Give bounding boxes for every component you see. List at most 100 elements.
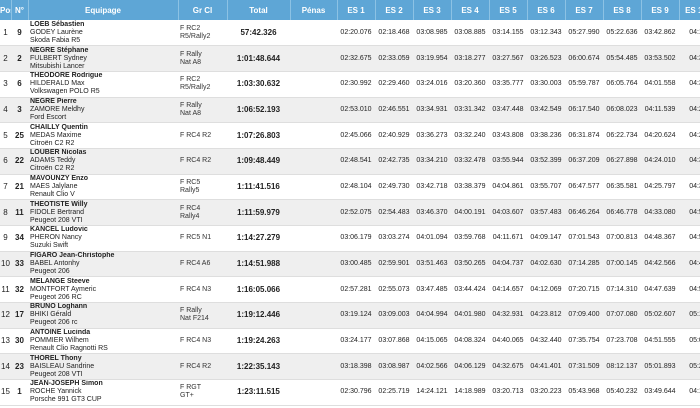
stage-time-cell: 05:01.893: [641, 353, 679, 381]
stage-time-cell: 04:1: [679, 379, 700, 406]
header-stage-6[interactable]: ES 6: [527, 0, 566, 20]
position-cell: 11: [0, 276, 11, 304]
stage-time-cell: 06:46.778: [603, 199, 641, 226]
header-penalties[interactable]: Pénas: [290, 0, 338, 20]
codriver-name: ZAMORE Meldhy: [30, 105, 85, 113]
stage-time-cell: 03:18.277: [451, 45, 489, 72]
car-model: Citroën C2 R2: [30, 139, 75, 147]
header-stage-5[interactable]: ES 5: [489, 0, 528, 20]
total-time-cell: 1:07:26.803: [227, 122, 290, 149]
header-stage-1[interactable]: ES 1: [337, 0, 376, 20]
stage-time-cell: 04:02.566: [413, 353, 451, 381]
penalties-cell: [290, 328, 337, 355]
stage-time-cell: 04:51.555: [641, 328, 679, 355]
table-row[interactable]: 3 6 THEODORE Rodrigue HILDERALD Max Volkswag…: [0, 71, 700, 98]
group-label: F RC4 A6: [180, 260, 211, 268]
table-row[interactable]: 6 22 LOUBER Nicolas ADAMS Teddy Citroën C2 R…: [0, 148, 700, 175]
stage-time-cell: 07:23.708: [603, 328, 641, 355]
stage-time-cell: 04:3: [679, 174, 700, 201]
header-stage-10[interactable]: ES 10: [679, 0, 700, 20]
total-time-cell: 1:22:35.143: [227, 353, 290, 381]
table-row[interactable]: 1 9 LOEB Sébastien GODEY Laurène Skoda Fabia…: [0, 20, 700, 47]
stage-time-cell: 03:14.155: [489, 20, 527, 47]
stage-time-cell: 07:31.509: [565, 353, 603, 381]
stage-time-cell: 04:23.812: [527, 302, 565, 329]
stage-time-cell: 02:46.551: [375, 97, 413, 124]
stage-time-cell: 03:32.240: [451, 122, 489, 149]
stage-time-cell: 04:3: [679, 71, 700, 98]
table-row[interactable]: 2 2 NEGRE Stéphane FULBERT Sydney Mitsubishi…: [0, 45, 700, 72]
stage-time-cell: 07:20.715: [565, 276, 603, 304]
codriver-name: FULBERT Sydney: [30, 54, 87, 62]
table-row[interactable]: 13 30 ANTOINE Lucinda POMMIER Wilhem Renault…: [0, 328, 700, 355]
car-model: Peugeot 206 rc: [30, 319, 78, 327]
class-cell: F RC4 N3: [178, 328, 227, 355]
car-number-cell: 30: [11, 328, 28, 355]
header-stage-8[interactable]: ES 8: [603, 0, 642, 20]
position-cell: 1: [0, 20, 11, 47]
stage-time-cell: 03:49.644: [641, 379, 679, 406]
codriver-name: HILDERALD Max: [30, 80, 85, 88]
car-number-cell: 6: [11, 71, 28, 98]
car-model: Citroën C2 R2: [30, 165, 75, 173]
stage-time-cell: 03:18.398: [337, 353, 375, 381]
table-row[interactable]: 5 25 CHAILLY Quentin MEDAS Maxime Citroën C2…: [0, 122, 700, 149]
stage-time-cell: 04:04.861: [489, 174, 527, 201]
stage-time-cell: 06:27.898: [603, 148, 641, 175]
header-stage-7[interactable]: ES 7: [565, 0, 604, 20]
header-stage-2[interactable]: ES 2: [375, 0, 414, 20]
stage-time-cell: 07:14.285: [565, 251, 603, 278]
stage-time-cell: 03:42.549: [527, 97, 565, 124]
stage-time-cell: 06:00.674: [565, 45, 603, 72]
table-row[interactable]: 4 3 NEGRE Pierre ZAMORE Meldhy Ford Escort F …: [0, 97, 700, 124]
table-row[interactable]: 11 32 MELANGE Steeve MONTFORT Aymeric Peugeo…: [0, 276, 700, 304]
crew-cell: KANCEL Ludovic PHERON Nancy Suzuki Swift: [28, 225, 178, 252]
stage-time-cell: 04:32.675: [489, 353, 527, 381]
stage-time-cell: 04:3: [679, 45, 700, 72]
stage-time-cell: 02:48.104: [337, 174, 375, 201]
header-total[interactable]: Total: [227, 0, 291, 20]
header-class[interactable]: Gr Cl: [178, 0, 228, 20]
stage-time-cell: 02:45.066: [337, 122, 375, 149]
position-cell: 15: [0, 379, 11, 406]
stage-time-cell: 04:01.558: [641, 71, 679, 98]
car-model: Suzuki Swift: [30, 242, 69, 250]
table-row[interactable]: 12 17 BRUNO Loghann BHIKI Gérald Peugeot 206…: [0, 302, 700, 329]
group-label: F Rally: [180, 50, 202, 58]
header-number[interactable]: N°: [11, 0, 29, 20]
codriver-name: BABEL Antonhy: [30, 260, 80, 268]
driver-name: THEOTISTE Willy: [30, 200, 88, 208]
stage-time-cell: 03:46.370: [413, 199, 451, 226]
penalties-cell: [290, 225, 337, 252]
stage-time-cell: 03:34.210: [413, 148, 451, 175]
table-row[interactable]: 15 1 JEAN-JOSEPH Simon ROCHE Yannick Porsche…: [0, 379, 700, 406]
table-header-row: Pos N° Equipage Gr Cl Total Pénas ES 1 E…: [0, 0, 700, 20]
table-row[interactable]: 10 33 FIGARO Jean-Christophe BABEL Antonhy P…: [0, 251, 700, 278]
stage-time-cell: 04:01.094: [413, 225, 451, 252]
crew-cell: THEODORE Rodrigue HILDERALD Max Volkswagen…: [28, 71, 178, 98]
stage-time-cell: 03:20.223: [527, 379, 565, 406]
table-row[interactable]: 8 11 THEOTISTE Willy FIDOLE Bertrand Peugeot…: [0, 199, 700, 226]
stage-time-cell: 02:55.073: [375, 276, 413, 304]
group-label: F RC4 R2: [180, 157, 212, 165]
stage-time-cell: 05:43.968: [565, 379, 603, 406]
stage-time-cell: 04:00.191: [451, 199, 489, 226]
stage-time-cell: 03:27.567: [489, 45, 527, 72]
stage-time-cell: 03:30.003: [527, 71, 565, 98]
header-crew[interactable]: Equipage: [28, 0, 179, 20]
group-label: F RC4 N3: [180, 337, 212, 345]
header-stage-9[interactable]: ES 9: [641, 0, 680, 20]
stage-time-cell: 03:55.707: [527, 174, 565, 201]
stage-time-cell: 04:2: [679, 122, 700, 149]
table-row[interactable]: 14 23 THOREL Thony BAISLEAU Sandrine Peugeot…: [0, 353, 700, 381]
header-stage-4[interactable]: ES 4: [451, 0, 490, 20]
codriver-name: MONTFORT Aymeric: [30, 285, 97, 293]
penalties-cell: [290, 71, 337, 98]
header-pos[interactable]: Pos: [0, 0, 12, 20]
table-row[interactable]: 9 34 KANCEL Ludovic PHERON Nancy Suzuki Swif…: [0, 225, 700, 252]
header-stage-3[interactable]: ES 3: [413, 0, 452, 20]
total-time-cell: 1:01:48.644: [227, 45, 290, 72]
table-row[interactable]: 7 21 MAVOUNZY Enzo MAES Jalylane Renault Cli…: [0, 174, 700, 201]
position-cell: 6: [0, 148, 11, 175]
stage-time-cell: 04:15.065: [413, 328, 451, 355]
